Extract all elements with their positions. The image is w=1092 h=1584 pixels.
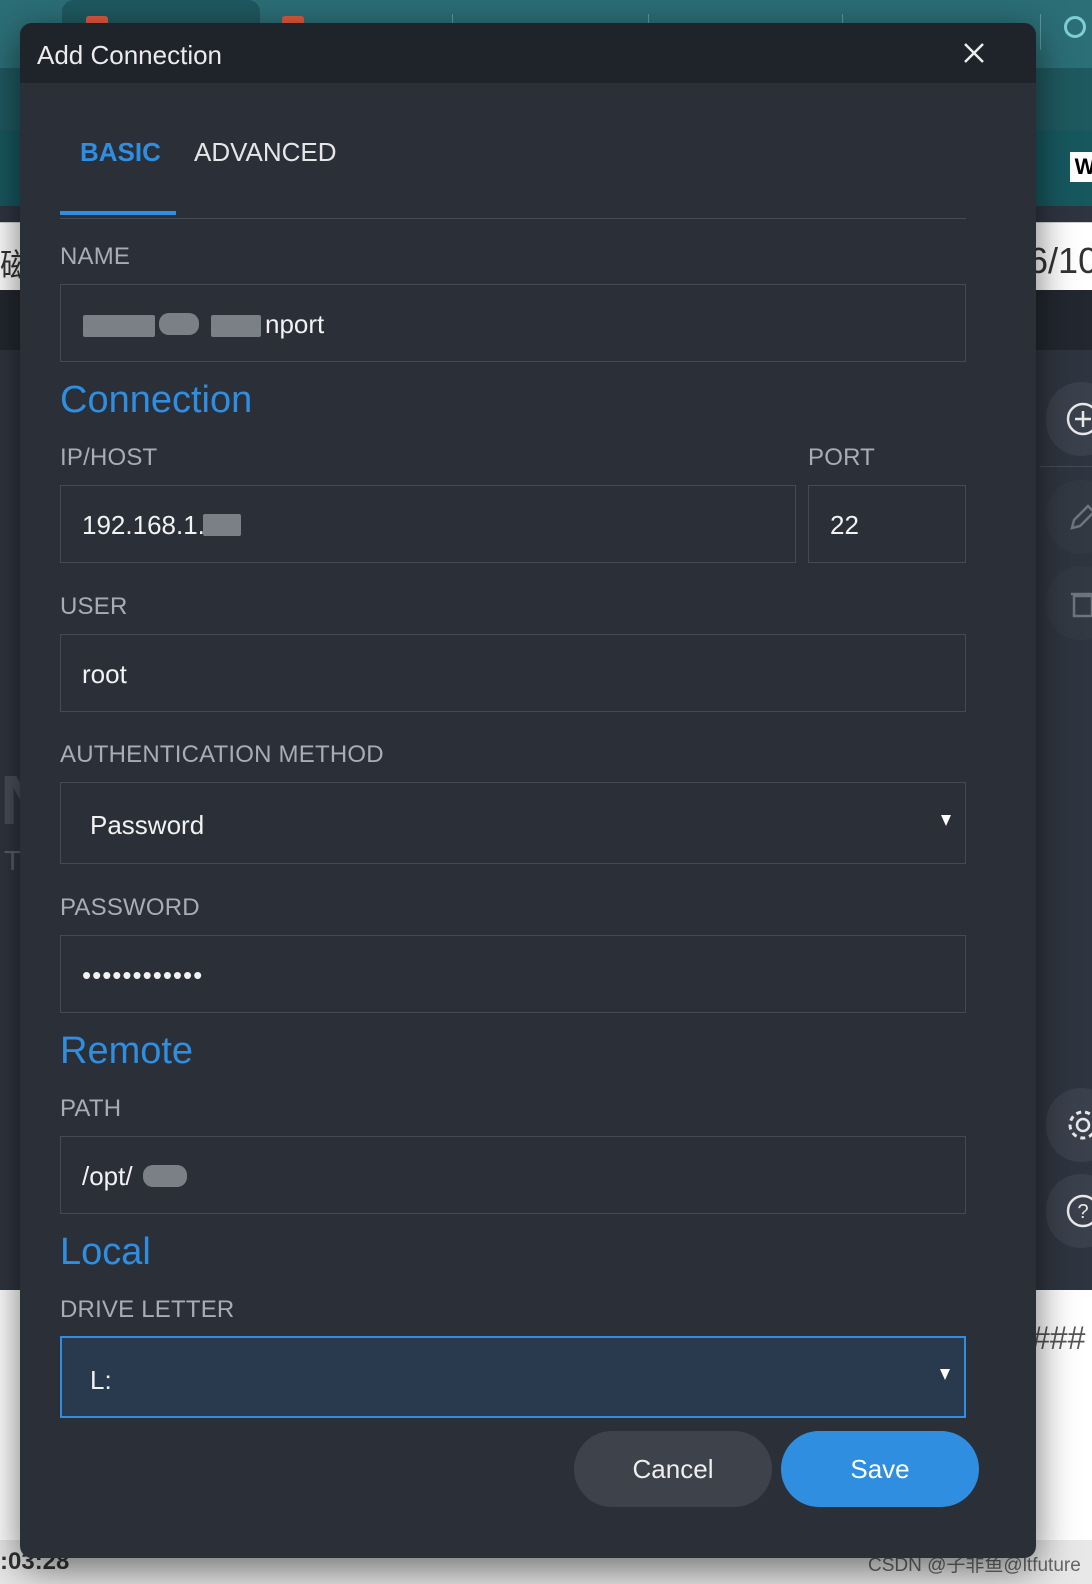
redacted-text xyxy=(83,315,155,337)
path-field[interactable]: /opt/ xyxy=(60,1136,966,1214)
user-label: USER xyxy=(60,593,128,620)
drive-letter-value: L: xyxy=(90,1365,112,1395)
redacted-text xyxy=(159,313,199,335)
auth-method-value: Password xyxy=(90,810,205,840)
redacted-text xyxy=(143,1165,187,1187)
plus-circle-icon xyxy=(1066,402,1092,436)
section-connection: Connection xyxy=(60,379,253,421)
name-field[interactable]: nport xyxy=(60,284,966,362)
host-value: 192.168.1. xyxy=(82,510,205,540)
help-circle-icon: ? xyxy=(1066,1194,1092,1228)
chevron-down-icon xyxy=(940,1369,950,1380)
port-field[interactable]: 22 xyxy=(808,485,966,563)
pencil-icon xyxy=(1070,504,1092,530)
name-value: nport xyxy=(265,309,325,339)
close-icon xyxy=(964,43,984,63)
save-button[interactable]: Save xyxy=(781,1431,979,1507)
port-label: PORT xyxy=(808,444,876,471)
gear-icon xyxy=(1068,1110,1092,1140)
section-local: Local xyxy=(60,1231,151,1273)
drive-letter-select[interactable]: L: xyxy=(60,1336,966,1418)
add-connection-dialog: Add Connection BASIC ADVANCED NAME nport… xyxy=(20,23,1036,1558)
drive-letter-label: DRIVE LETTER xyxy=(60,1296,235,1323)
host-label: IP/HOST xyxy=(60,444,158,471)
tab-basic[interactable]: BASIC xyxy=(80,137,161,168)
section-remote: Remote xyxy=(60,1030,194,1072)
redacted-text xyxy=(203,514,241,536)
auth-method-select[interactable]: Password xyxy=(60,782,966,864)
document-text-fragment: ### xyxy=(1032,1320,1086,1356)
tab-bar: BASIC ADVANCED xyxy=(60,123,966,219)
svg-text:?: ? xyxy=(1077,1201,1088,1223)
wiki-bookmark-icon[interactable]: W xyxy=(1070,152,1092,182)
path-label: PATH xyxy=(60,1095,122,1122)
cancel-button[interactable]: Cancel xyxy=(574,1431,772,1507)
tab-advanced[interactable]: ADVANCED xyxy=(194,137,337,168)
port-value: 22 xyxy=(830,510,859,540)
dialog-title: Add Connection xyxy=(37,40,223,70)
name-label: NAME xyxy=(60,243,131,270)
close-button[interactable] xyxy=(956,35,992,71)
active-tab-indicator xyxy=(60,211,176,215)
user-value: root xyxy=(82,659,127,689)
password-field[interactable]: •••••••••••• xyxy=(60,935,966,1013)
app-subtitle-fragment: T xyxy=(4,845,22,876)
side-divider xyxy=(1040,466,1092,467)
path-value: /opt/ xyxy=(82,1161,133,1191)
password-value: •••••••••••• xyxy=(82,960,204,990)
host-field[interactable]: 192.168.1. xyxy=(60,485,796,563)
trash-icon xyxy=(1071,592,1092,618)
auth-method-label: AUTHENTICATION METHOD xyxy=(60,741,384,768)
user-field[interactable]: root xyxy=(60,634,966,712)
chrome-icon[interactable] xyxy=(1064,16,1086,38)
password-label: PASSWORD xyxy=(60,894,200,921)
chevron-down-icon xyxy=(941,815,951,826)
tab-separator xyxy=(1040,14,1041,50)
redacted-text xyxy=(211,315,261,337)
dialog-header: Add Connection xyxy=(20,23,1036,83)
